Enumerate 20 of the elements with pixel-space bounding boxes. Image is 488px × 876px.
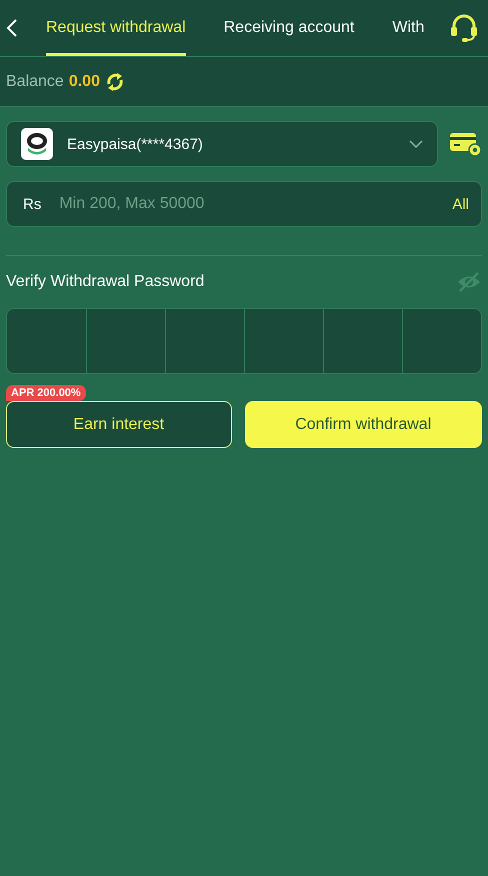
amount-field[interactable]: Rs Min 200, Max 50000 All xyxy=(6,181,482,227)
all-button[interactable]: All xyxy=(452,196,469,212)
earn-interest-button[interactable]: Earn interest xyxy=(6,401,232,448)
tab[interactable]: With xyxy=(392,0,424,56)
headset-icon xyxy=(449,13,479,43)
balance-amount: 0.00 xyxy=(68,72,100,90)
eye-off-icon[interactable] xyxy=(456,272,482,292)
balance-label: Balance xyxy=(6,72,64,90)
password-label: Verify Withdrawal Password xyxy=(6,273,204,291)
currency-label: Rs xyxy=(23,196,42,212)
account-select[interactable]: Easypaisa(****4367) xyxy=(6,121,438,167)
refresh-icon[interactable] xyxy=(104,72,125,92)
back-icon xyxy=(6,18,18,38)
tab[interactable]: Receiving account xyxy=(224,0,354,56)
chevron-down-icon xyxy=(409,140,423,148)
apr-badge: APR 200.00% xyxy=(6,385,86,401)
card-settings-icon[interactable] xyxy=(450,131,482,157)
confirm-withdrawal-button[interactable]: Confirm withdrawal xyxy=(244,401,482,448)
wallet-logo-icon xyxy=(21,128,53,160)
account-name: Easypaisa(****4367) xyxy=(67,136,204,152)
